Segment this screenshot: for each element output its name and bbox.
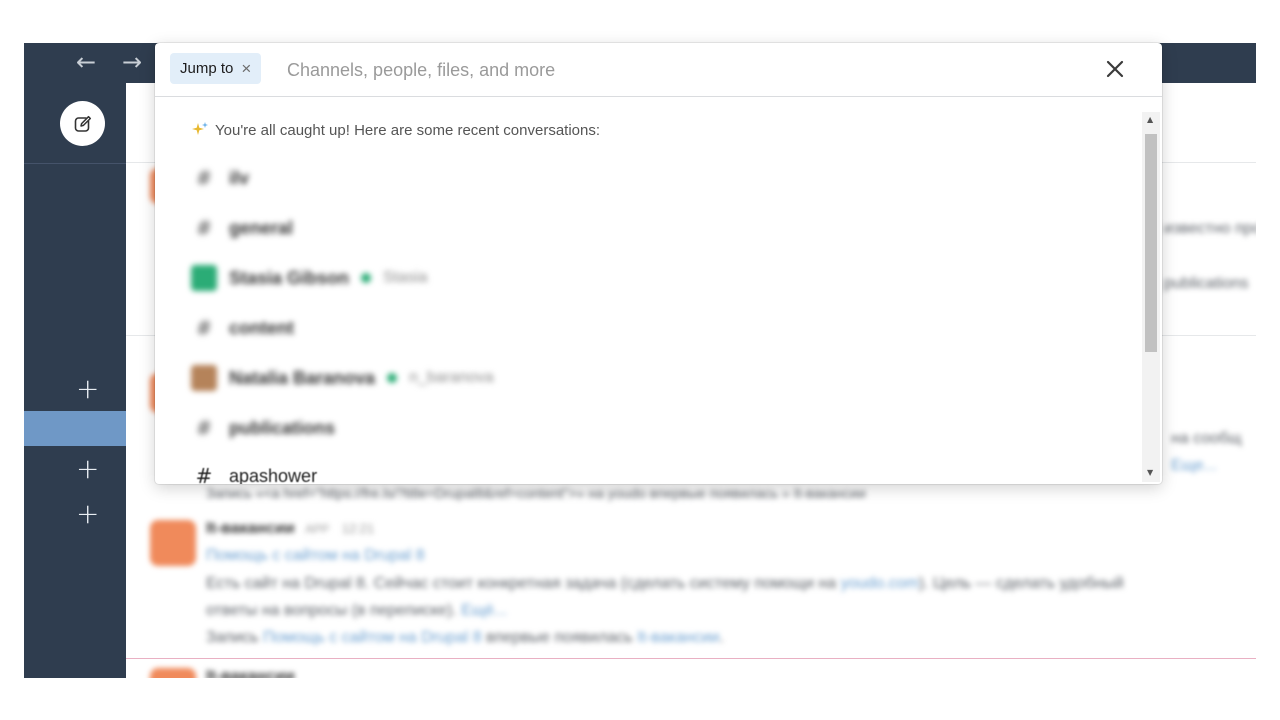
message-snippet: известно про	[1164, 220, 1256, 237]
scrollbar[interactable]: ▲ ▼	[1142, 112, 1160, 482]
new-messages-divider	[126, 658, 1256, 659]
search-row: Jump to ×	[155, 43, 1162, 97]
scroll-up-icon[interactable]: ▲	[1147, 115, 1153, 124]
list-item[interactable]: # ilv	[191, 158, 249, 198]
jump-to-dialog: Jump to × You're all caught up! Here are…	[155, 43, 1162, 484]
sparkles-icon	[192, 122, 208, 135]
add-dm-button[interactable]: +	[76, 455, 99, 483]
message-line: Запись Помощь с сайтом на Drupal 8 вперв…	[206, 629, 724, 646]
scrollbar-thumb[interactable]	[1145, 134, 1157, 352]
list-item[interactable]: Stasia Gibson Stasia	[191, 258, 428, 298]
compose-icon	[74, 115, 91, 132]
close-button[interactable]	[1099, 53, 1131, 85]
compose-button[interactable]	[60, 101, 105, 146]
online-status-icon	[361, 273, 372, 283]
channel-name: general	[229, 217, 294, 238]
list-item[interactable]: # apashower	[191, 456, 317, 484]
chip-label: Jump to	[180, 60, 234, 77]
caught-up-banner: You're all caught up! Here are some rece…	[191, 121, 600, 139]
close-icon	[1106, 60, 1124, 78]
message-snippet: Еще...	[1171, 457, 1217, 474]
channel-hash-icon: #	[195, 166, 213, 190]
channel-hash-icon: #	[195, 416, 213, 440]
list-item[interactable]: Natalia Baranova n_baranova	[191, 358, 494, 398]
message-author: It-вакансии APP 12:21	[206, 520, 375, 537]
message-snippet: publications	[1164, 275, 1249, 292]
sidebar-divider	[24, 163, 126, 164]
avatar	[191, 365, 217, 391]
add-app-button[interactable]: +	[76, 500, 99, 528]
list-item[interactable]: # publications	[191, 408, 335, 448]
person-name: Stasia Gibson	[229, 267, 350, 288]
list-item[interactable]: # content	[191, 308, 294, 348]
person-name: Natalia Baranova	[229, 367, 376, 388]
channel-name: ilv	[229, 167, 250, 188]
message-link-title: Помощь с сайтом на Drupal 8	[206, 547, 425, 564]
person-handle: Stasia	[383, 269, 428, 286]
online-status-icon	[387, 373, 398, 383]
add-channel-button[interactable]: +	[76, 375, 99, 403]
channel-hash-icon: #	[195, 464, 213, 484]
channel-hash-icon: #	[195, 216, 213, 240]
workspace-sidebar: + + +	[24, 83, 126, 678]
channel-name: content	[229, 317, 294, 338]
list-item[interactable]: # general	[191, 208, 293, 248]
message-line: Запись «<a href="https://fre.ls/?title=D…	[206, 485, 866, 501]
message-avatar	[150, 668, 196, 678]
scroll-down-icon[interactable]: ▼	[1147, 468, 1153, 477]
caught-up-text: You're all caught up! Here are some rece…	[215, 121, 601, 139]
message-author: It-вакансии	[206, 668, 295, 678]
back-arrow-icon[interactable]: ←	[76, 47, 96, 77]
message-line: ответы на вопросы (в переписке). Ещё...	[206, 602, 508, 619]
channel-name: publications	[229, 417, 336, 438]
message-snippet: на сообщ	[1171, 430, 1242, 447]
person-handle: n_baranova	[409, 369, 494, 386]
search-input[interactable]	[285, 55, 1089, 85]
avatar	[191, 265, 217, 291]
channel-hash-icon: #	[195, 316, 213, 340]
forward-arrow-icon[interactable]: →	[122, 47, 142, 77]
message-line: Есть сайт на Drupal 8. Сейчас стоит конк…	[206, 575, 1124, 592]
channel-name: apashower	[229, 465, 318, 485]
sidebar-item-active[interactable]	[24, 411, 126, 446]
chip-clear-icon[interactable]: ×	[241, 60, 251, 77]
message-avatar	[150, 520, 196, 566]
jump-to-chip[interactable]: Jump to ×	[170, 53, 262, 84]
